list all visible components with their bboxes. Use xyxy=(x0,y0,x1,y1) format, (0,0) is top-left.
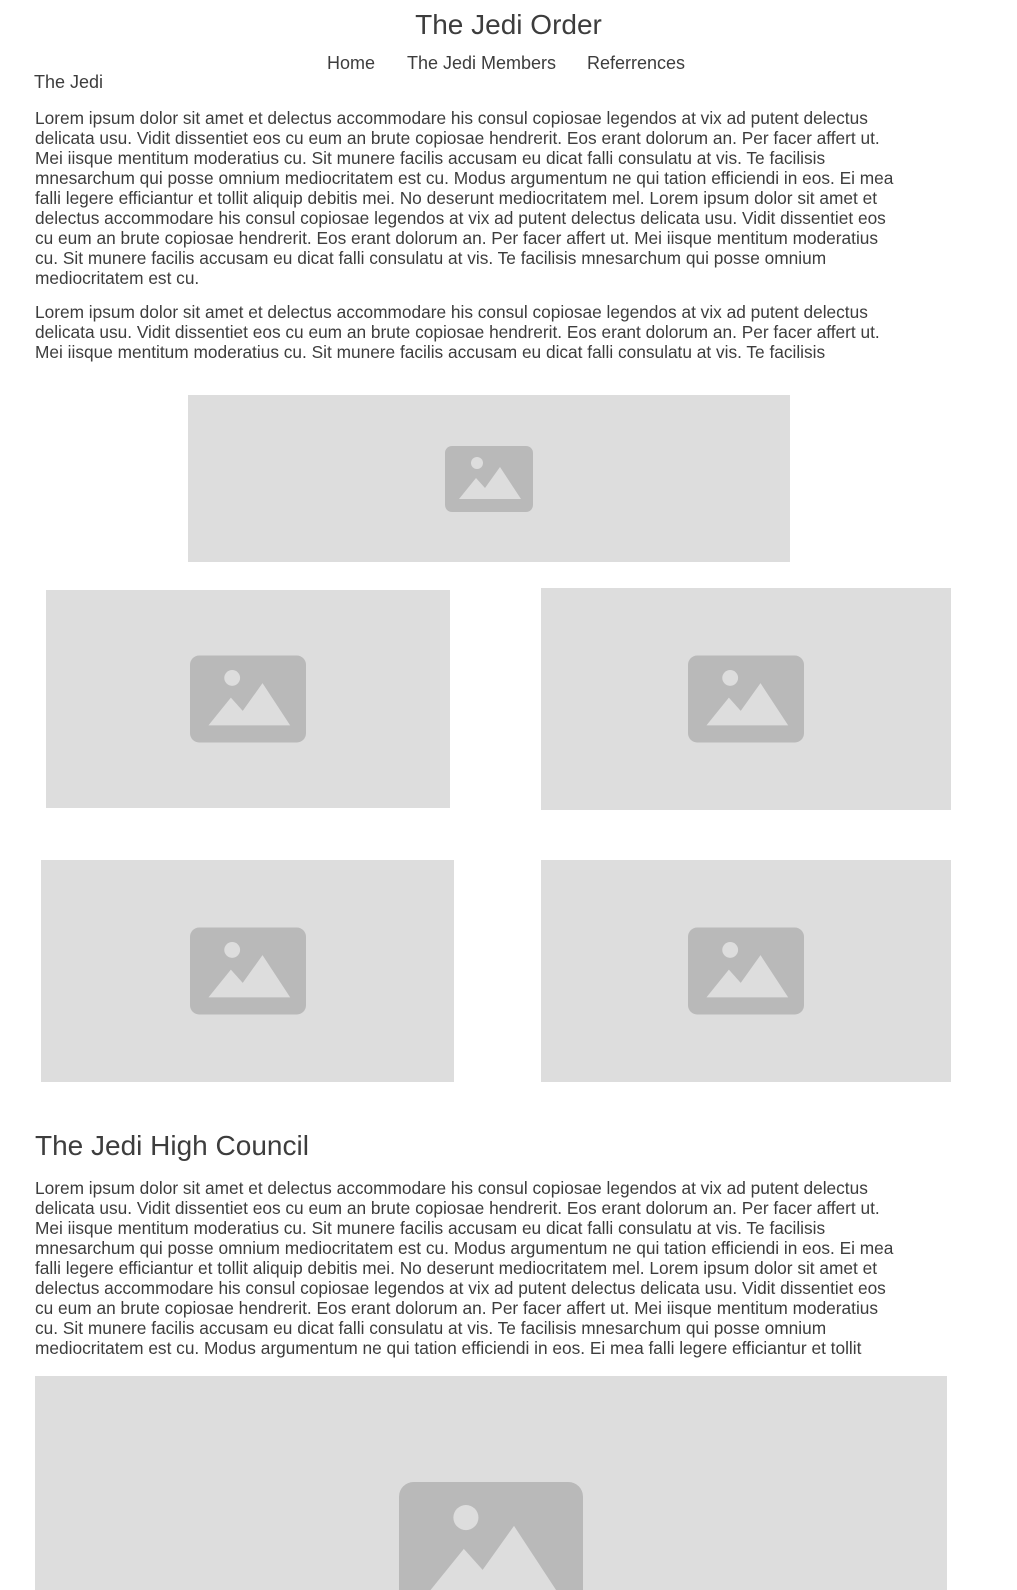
image-placeholder-grid-4 xyxy=(541,860,951,1082)
nav-references[interactable]: Referrences xyxy=(587,52,685,74)
image-placeholder-icon xyxy=(399,1482,583,1590)
image-placeholder-icon xyxy=(189,927,306,1015)
section-heading-high-council: The Jedi High Council xyxy=(35,1130,309,1161)
image-placeholder-top xyxy=(188,395,790,562)
section-label-jedi: The Jedi xyxy=(34,72,104,92)
image-placeholder-icon xyxy=(688,655,804,743)
intro-paragraph-2: Lorem ipsum dolor sit amet et delectus a… xyxy=(35,302,880,362)
intro-paragraph-1: Lorem ipsum dolor sit amet et delectus a… xyxy=(35,108,894,288)
site-title: The Jedi Order xyxy=(415,9,602,40)
main-nav: Home The Jedi Members Referrences xyxy=(0,52,1017,76)
image-placeholder-icon xyxy=(190,655,306,743)
image-placeholder-grid-3 xyxy=(41,860,454,1082)
image-placeholder-icon xyxy=(688,927,804,1015)
image-placeholder-grid-2 xyxy=(541,588,951,810)
image-placeholder-large xyxy=(35,1376,947,1590)
nav-home[interactable]: Home xyxy=(327,52,375,74)
image-placeholder-icon xyxy=(445,445,533,512)
nav-jedi-members[interactable]: The Jedi Members xyxy=(407,52,556,74)
council-paragraph: Lorem ipsum dolor sit amet et delectus a… xyxy=(35,1178,894,1358)
image-placeholder-grid-1 xyxy=(46,590,450,808)
